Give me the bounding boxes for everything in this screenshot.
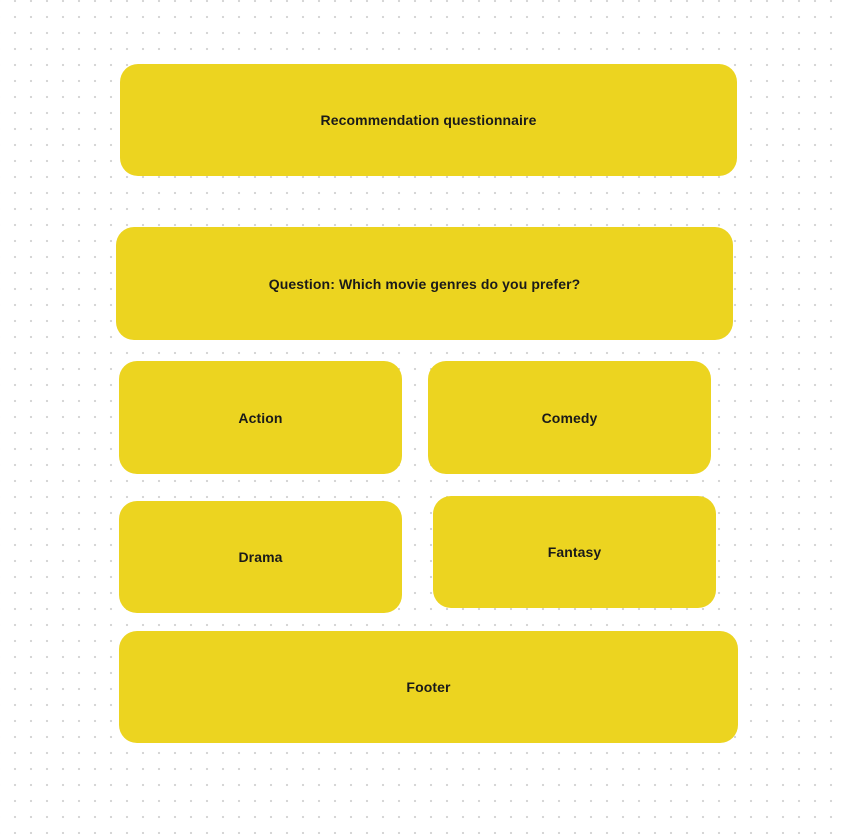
title-block: Recommendation questionnaire [120, 64, 737, 176]
genre-option-comedy[interactable]: Comedy [428, 361, 711, 474]
genre-option-label: Action [238, 409, 283, 426]
page-title: Recommendation questionnaire [320, 112, 537, 128]
genre-option-drama[interactable]: Drama [119, 501, 402, 613]
genre-option-fantasy[interactable]: Fantasy [433, 496, 716, 608]
genre-option-label: Fantasy [547, 544, 602, 560]
footer-block: Footer [119, 631, 738, 743]
question-block: Question: Which movie genres do you pref… [116, 227, 733, 340]
question-text: Question: Which movie genres do you pref… [268, 275, 581, 292]
footer-label: Footer [406, 679, 451, 695]
genre-option-action[interactable]: Action [119, 361, 402, 474]
genre-option-label: Comedy [541, 409, 598, 426]
wireframe-canvas: Recommendation questionnaire Question: W… [0, 0, 845, 834]
genre-option-label: Drama [238, 549, 283, 565]
